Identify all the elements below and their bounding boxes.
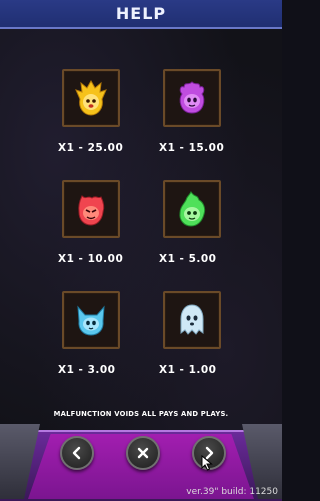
disclaimer-text: MALFUNCTION VOIDS ALL PAYS AND PLAYS. [53,410,229,418]
symbol-tile [163,291,221,349]
symbol-cell: X1 - 15.00 [159,69,283,179]
red-flame-spirit-icon [78,195,105,226]
green-flame-spirit-icon [179,191,206,227]
symbol-tile [62,180,120,238]
symbol-tile [163,180,221,238]
page-title: HELP [115,4,167,23]
symbol-payout: X1 - 25.00 [58,142,124,154]
symbol-payout: X1 - 5.00 [159,253,217,265]
help-header: HELP [0,0,282,29]
close-icon [137,447,149,459]
version-label: ver.39" build: 11250 [186,487,278,497]
blue-horned-spirit-icon [77,305,105,336]
symbol-payout: X1 - 3.00 [58,364,116,376]
purple-flame-spirit-icon [179,81,205,114]
previous-page-button[interactable] [60,436,94,470]
gold-flame-spirit-icon [75,79,107,116]
paytable-grid: X1 - 25.00 X1 - 15.00 X1 - 10.00 X1 - 5.… [0,27,282,402]
mouse-cursor-icon [201,455,213,471]
close-button[interactable] [126,436,160,470]
symbol-cell: X1 - 1.00 [159,291,283,401]
chevron-left-icon [72,446,81,460]
symbol-payout: X1 - 1.00 [159,364,217,376]
symbol-cell: X1 - 5.00 [159,180,283,290]
symbol-tile [163,69,221,127]
symbol-tile [62,291,120,349]
symbol-payout: X1 - 15.00 [159,142,225,154]
symbol-payout: X1 - 10.00 [58,253,124,265]
symbol-tile [62,69,120,127]
white-ghost-spirit-icon [180,304,204,335]
